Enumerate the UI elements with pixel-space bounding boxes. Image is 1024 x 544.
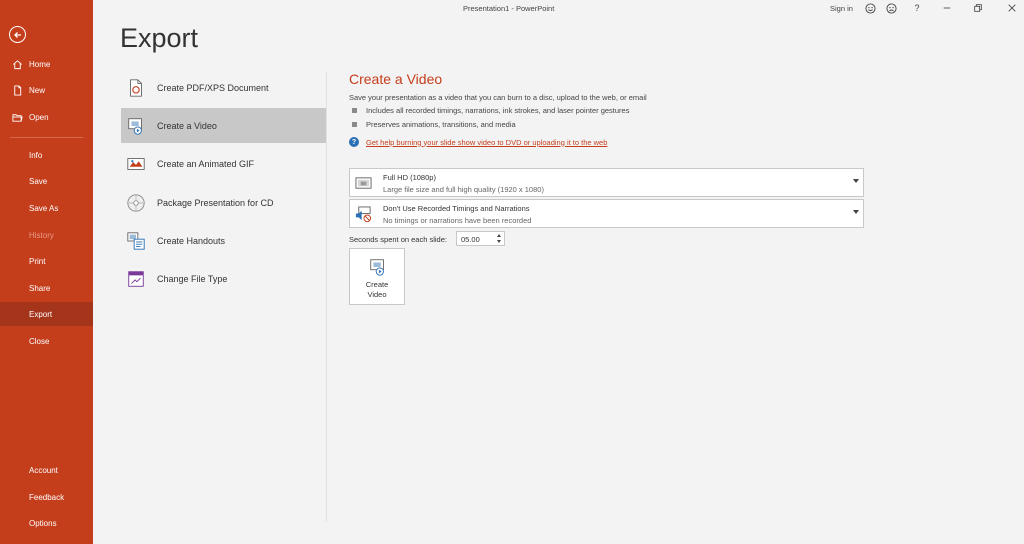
stepper-down-icon[interactable] xyxy=(497,240,501,243)
close-window-icon[interactable] xyxy=(1006,2,1018,14)
create-video-icon xyxy=(367,256,389,278)
export-option-package-cd[interactable]: Package Presentation for CD xyxy=(121,185,326,220)
narration-timing-icon xyxy=(354,205,372,223)
new-file-icon xyxy=(11,84,23,96)
detail-title: Create a Video xyxy=(349,71,443,87)
stepper-up-icon[interactable] xyxy=(497,234,501,237)
sidebar-item-home[interactable]: Home xyxy=(0,52,93,76)
create-video-button[interactable]: Create Video xyxy=(349,248,405,305)
sidebar-item-label: Save xyxy=(29,176,48,186)
cd-icon xyxy=(125,192,147,214)
sidebar-item-print[interactable]: Print xyxy=(0,249,93,273)
chevron-down-icon xyxy=(853,210,859,214)
export-option-video[interactable]: Create a Video xyxy=(121,108,326,143)
sign-in-link[interactable]: Sign in xyxy=(830,4,853,13)
sidebar-item-label: Export xyxy=(29,309,53,319)
export-option-gif[interactable]: Create an Animated GIF xyxy=(121,146,326,181)
bullet-square-icon xyxy=(352,108,357,113)
pane-divider xyxy=(326,72,327,522)
animated-gif-icon xyxy=(125,153,147,175)
bullet-square-icon xyxy=(352,122,357,127)
sidebar-item-close[interactable]: Close xyxy=(0,329,93,353)
page-title: Export xyxy=(120,23,199,53)
seconds-per-slide-label: Seconds spent on each slide: xyxy=(349,235,447,244)
sidebar-divider xyxy=(10,137,83,138)
create-video-label: Create Video xyxy=(365,280,389,299)
sidebar-item-label: Account xyxy=(29,465,58,475)
sidebar-item-label: Feedback xyxy=(29,492,65,502)
smile-feedback-icon[interactable] xyxy=(864,2,876,14)
dropdown-value: Full HD (1080p) xyxy=(383,173,436,182)
sidebar-item-info[interactable]: Info xyxy=(0,143,93,167)
feature-bullet: Preserves animations, transitions, and m… xyxy=(352,120,516,129)
sidebar-item-options[interactable]: Options xyxy=(0,511,93,535)
export-option-pdf[interactable]: Create PDF/XPS Document xyxy=(121,70,326,105)
video-quality-dropdown[interactable]: Full HD (1080p) Large file size and full… xyxy=(349,168,864,197)
window-title: Presentation1 - PowerPoint xyxy=(463,4,555,13)
help-row: ? Get help burning your slide show video… xyxy=(349,137,607,147)
feature-bullet: Includes all recorded timings, narration… xyxy=(352,106,629,115)
frown-feedback-icon[interactable] xyxy=(885,2,897,14)
sidebar-item-label: Open xyxy=(29,112,49,122)
sidebar-item-label: History xyxy=(29,230,54,240)
sidebar-item-save[interactable]: Save xyxy=(0,169,93,193)
sidebar-item-account[interactable]: Account xyxy=(0,458,93,482)
sidebar-item-label: Share xyxy=(29,283,51,293)
backstage-sidebar: Home New Open Info Save Save As History … xyxy=(0,0,93,544)
sidebar-item-feedback[interactable]: Feedback xyxy=(0,485,93,509)
export-option-label: Change File Type xyxy=(157,273,228,284)
pdf-document-icon xyxy=(125,77,147,99)
sidebar-item-share[interactable]: Share xyxy=(0,276,93,300)
detail-description: Save your presentation as a video that y… xyxy=(349,93,647,102)
sidebar-item-save-as[interactable]: Save As xyxy=(0,196,93,220)
sidebar-item-label: New xyxy=(29,85,46,95)
bullet-text: Preserves animations, transitions, and m… xyxy=(366,120,516,129)
seconds-per-slide-stepper[interactable]: 05.00 xyxy=(456,231,505,246)
sidebar-item-label: Options xyxy=(29,518,57,528)
sidebar-item-label: Print xyxy=(29,256,46,266)
export-option-label: Package Presentation for CD xyxy=(157,197,274,208)
sidebar-item-history: History xyxy=(0,223,93,247)
export-option-label: Create PDF/XPS Document xyxy=(157,82,269,93)
chevron-down-icon xyxy=(853,179,859,183)
video-icon xyxy=(125,115,147,137)
timings-narrations-dropdown[interactable]: Don't Use Recorded Timings and Narration… xyxy=(349,199,864,228)
export-option-handouts[interactable]: Create Handouts xyxy=(121,223,326,258)
sidebar-item-label: Home xyxy=(29,59,51,69)
change-file-type-icon xyxy=(125,268,147,290)
restore-icon[interactable] xyxy=(972,2,984,14)
dropdown-value: Don't Use Recorded Timings and Narration… xyxy=(383,204,530,213)
video-quality-icon xyxy=(354,174,372,192)
minimize-icon[interactable] xyxy=(941,2,953,14)
bullet-text: Includes all recorded timings, narration… xyxy=(366,106,630,115)
export-option-label: Create Handouts xyxy=(157,235,226,246)
help-question-icon: ? xyxy=(349,137,359,147)
sidebar-item-new[interactable]: New xyxy=(0,78,93,102)
sidebar-item-label: Save As xyxy=(29,203,59,213)
export-option-label: Create an Animated GIF xyxy=(157,158,255,169)
title-bar: Presentation1 - PowerPoint Sign in ? xyxy=(93,0,1024,16)
home-icon xyxy=(11,58,23,70)
export-option-change-file-type[interactable]: Change File Type xyxy=(121,261,326,296)
export-option-label: Create a Video xyxy=(157,120,217,131)
sidebar-item-open[interactable]: Open xyxy=(0,105,93,129)
open-folder-icon xyxy=(11,111,23,123)
dropdown-description: Large file size and full high quality (1… xyxy=(383,185,544,194)
help-icon[interactable]: ? xyxy=(911,2,923,14)
help-link[interactable]: Get help burning your slide show video t… xyxy=(366,138,607,147)
back-arrow-icon[interactable] xyxy=(9,26,26,43)
sidebar-item-label: Info xyxy=(29,150,43,160)
handouts-icon xyxy=(125,230,147,252)
dropdown-description: No timings or narrations have been recor… xyxy=(383,216,532,225)
seconds-value: 05.00 xyxy=(461,235,480,244)
sidebar-item-label: Close xyxy=(29,336,50,346)
sidebar-item-export[interactable]: Export xyxy=(0,302,93,326)
